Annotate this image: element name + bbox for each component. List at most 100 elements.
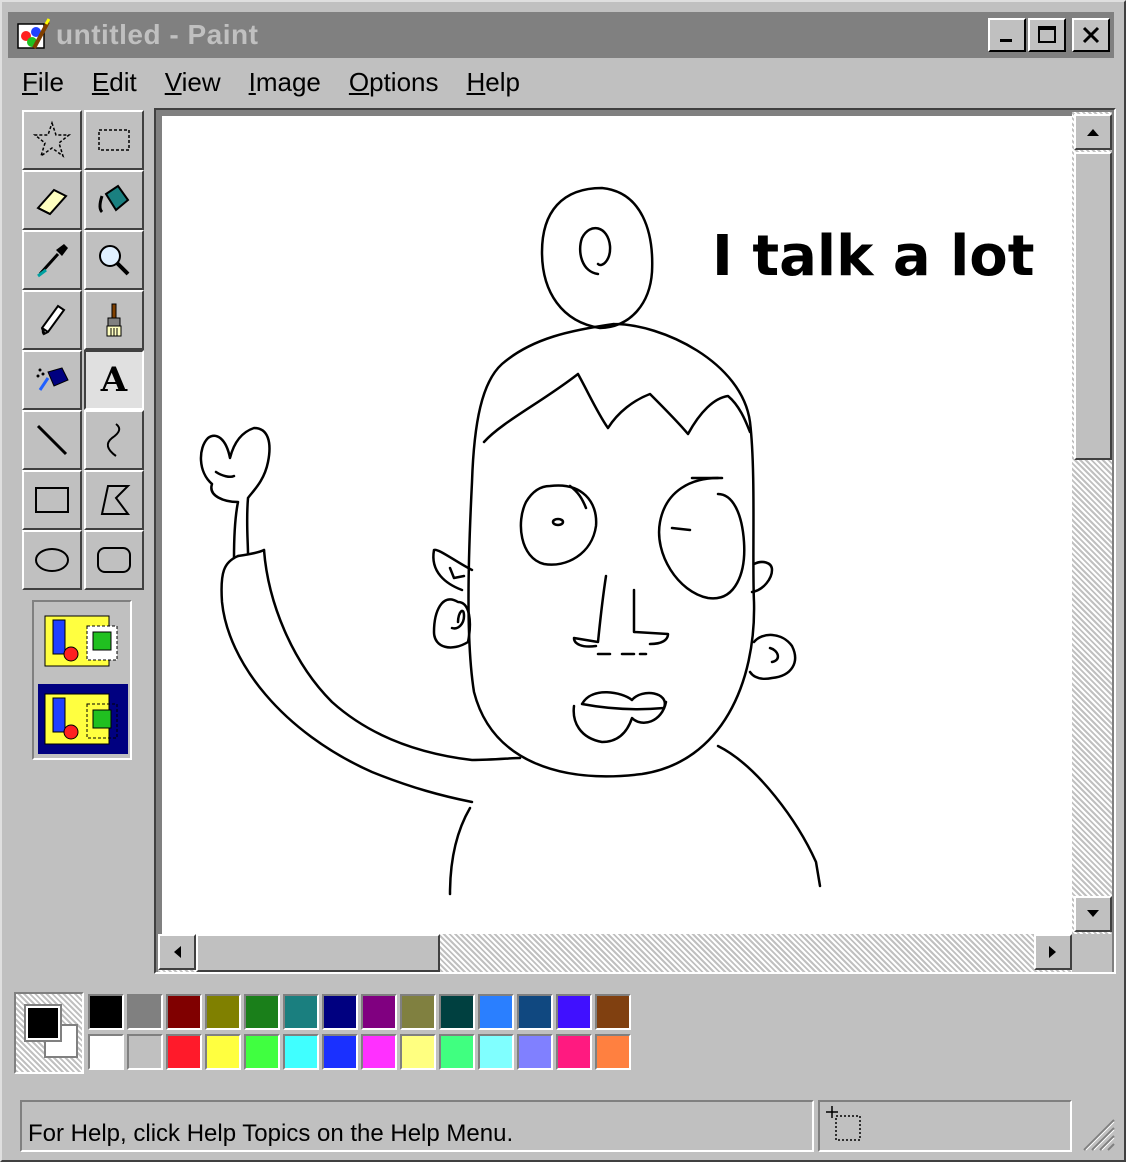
horizontal-scroll-thumb[interactable] [196, 934, 440, 972]
arrow-right-icon [1049, 946, 1056, 958]
fill-with-color-tool[interactable] [84, 170, 144, 230]
maximize-button[interactable] [1028, 18, 1066, 52]
rectangle-tool[interactable] [22, 470, 82, 530]
color-swatch[interactable] [205, 994, 241, 1030]
scroll-down-button[interactable] [1074, 896, 1112, 932]
toolbox: A [20, 108, 146, 594]
canvas-text-caption: I talk a lot [712, 224, 1035, 289]
color-swatch[interactable] [283, 1034, 319, 1070]
color-swatch[interactable] [517, 994, 553, 1030]
color-swatch[interactable] [283, 994, 319, 1030]
paint-window: untitled - Paint File Edit View Image Op… [0, 0, 1126, 1162]
color-swatch[interactable] [244, 994, 280, 1030]
selection-size-icon [826, 1106, 861, 1141]
current-colors[interactable] [14, 992, 84, 1074]
star-select-icon [32, 120, 72, 158]
color-swatch[interactable] [166, 1034, 202, 1070]
minimize-button[interactable] [988, 18, 1026, 52]
rectangle-icon [35, 487, 69, 513]
scrollbar-corner [1072, 934, 1112, 972]
menu-options[interactable]: Options [335, 67, 453, 98]
color-swatch[interactable] [166, 994, 202, 1030]
color-swatch[interactable] [244, 1034, 280, 1070]
color-swatch[interactable] [556, 1034, 592, 1070]
vertical-scroll-thumb[interactable] [1074, 152, 1112, 460]
menu-file[interactable]: File [8, 67, 78, 98]
color-swatch[interactable] [127, 1034, 163, 1070]
menu-edit[interactable]: Edit [78, 67, 151, 98]
magnifier-icon [99, 245, 130, 276]
color-swatch[interactable] [400, 994, 436, 1030]
color-swatch[interactable] [517, 1034, 553, 1070]
menu-help[interactable]: Help [453, 67, 534, 98]
color-swatch[interactable] [205, 1034, 241, 1070]
eraser-tool[interactable] [22, 170, 82, 230]
scroll-up-button[interactable] [1074, 114, 1112, 150]
brush-icon [106, 303, 122, 337]
color-swatch[interactable] [556, 994, 592, 1030]
color-swatch[interactable] [595, 994, 631, 1030]
free-form-select-tool[interactable] [22, 110, 82, 170]
rounded-rectangle-tool[interactable] [84, 530, 144, 590]
rect-select-icon [98, 129, 130, 151]
menu-view[interactable]: View [151, 67, 235, 98]
scroll-right-button[interactable] [1034, 934, 1072, 970]
color-swatch[interactable] [478, 994, 514, 1030]
pencil-tool[interactable] [22, 290, 82, 350]
color-swatch[interactable] [88, 1034, 124, 1070]
close-icon [1082, 26, 1100, 44]
resize-grip-icon[interactable] [1076, 1112, 1116, 1152]
color-swatch[interactable] [478, 1034, 514, 1070]
menu-bar: File Edit View Image Options Help [8, 62, 534, 102]
select-tool[interactable] [84, 110, 144, 170]
polygon-icon [100, 485, 131, 515]
pick-color-tool[interactable] [22, 230, 82, 290]
status-bar-help: For Help, click Help Topics on the Help … [20, 1100, 814, 1152]
arrow-up-icon [1087, 129, 1099, 136]
eyedropper-icon [37, 244, 68, 278]
status-bar-coordinates [818, 1100, 1072, 1152]
drawing-canvas[interactable]: I talk a lot [162, 116, 1072, 934]
magnifier-tool[interactable] [84, 230, 144, 290]
maximize-icon [1038, 26, 1056, 43]
title-bar[interactable]: untitled - Paint [8, 12, 1114, 58]
transparent-background-option[interactable] [38, 684, 128, 754]
color-swatch[interactable] [88, 994, 124, 1030]
eraser-icon [36, 188, 68, 216]
opaque-background-icon [44, 615, 118, 667]
polygon-tool[interactable] [84, 470, 144, 530]
scroll-left-button[interactable] [158, 934, 196, 970]
line-tool[interactable] [22, 410, 82, 470]
paint-bucket-icon [98, 184, 130, 214]
text-icon: A [100, 360, 128, 400]
curve-icon [106, 423, 121, 457]
tool-options-panel [32, 600, 132, 760]
arrow-down-icon [1087, 910, 1099, 917]
color-swatch[interactable] [322, 994, 358, 1030]
pencil-icon [40, 304, 66, 336]
window-title: untitled - Paint [56, 19, 259, 50]
transparent-background-icon [44, 693, 118, 745]
color-swatch[interactable] [322, 1034, 358, 1070]
rounded-rectangle-icon [97, 547, 131, 573]
airbrush-icon [36, 367, 69, 391]
color-swatch[interactable] [439, 994, 475, 1030]
ellipse-tool[interactable] [22, 530, 82, 590]
color-swatch[interactable] [439, 1034, 475, 1070]
color-swatch[interactable] [400, 1034, 436, 1070]
airbrush-tool[interactable] [22, 350, 82, 410]
color-swatch[interactable] [127, 994, 163, 1030]
ellipse-icon [35, 548, 69, 572]
brush-tool[interactable] [84, 290, 144, 350]
minimize-icon [1000, 39, 1012, 42]
menu-image[interactable]: Image [235, 67, 335, 98]
color-swatch[interactable] [361, 994, 397, 1030]
text-tool[interactable]: A [84, 350, 144, 410]
color-swatch[interactable] [595, 1034, 631, 1070]
line-icon [36, 424, 68, 456]
opaque-background-option[interactable] [38, 606, 128, 676]
curve-tool[interactable] [84, 410, 144, 470]
color-swatch[interactable] [361, 1034, 397, 1070]
color-box [14, 992, 644, 1074]
close-button[interactable] [1072, 18, 1110, 52]
